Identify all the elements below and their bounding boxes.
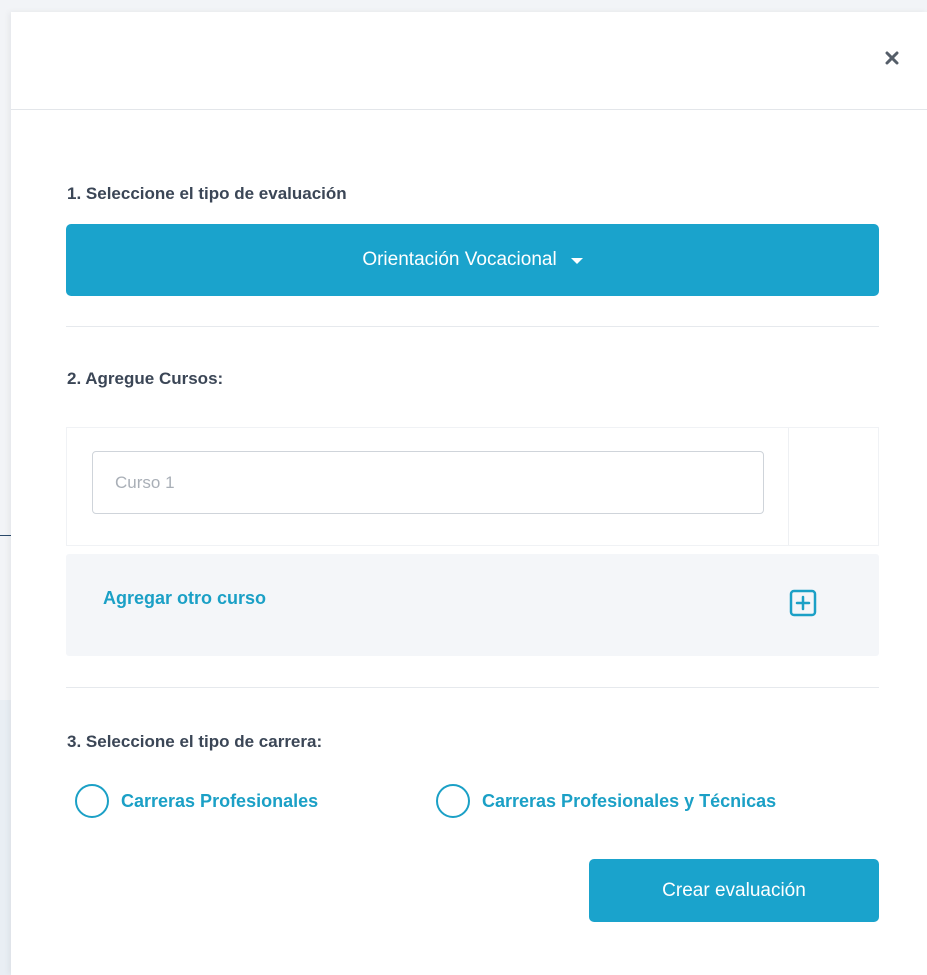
step1-label: 1. Seleccione el tipo de evaluación: [67, 184, 347, 203]
create-evaluation-label: Crear evaluación: [662, 879, 806, 901]
course-input[interactable]: [92, 451, 764, 514]
plus-square-icon: [789, 589, 817, 617]
section-divider: [66, 687, 879, 688]
close-icon: [885, 51, 899, 65]
evaluation-type-value: Orientación Vocacional: [362, 249, 557, 270]
radio-carreras-profesionales[interactable]: Carreras Profesionales: [75, 784, 318, 818]
add-course-label: Agregar otro curso: [103, 588, 267, 608]
radio-circle[interactable]: [436, 784, 470, 818]
caret-down-icon: [570, 258, 583, 264]
add-course-button[interactable]: Agregar otro curso: [66, 554, 879, 656]
course-list: [66, 427, 879, 546]
create-evaluation-button[interactable]: Crear evaluación: [589, 859, 879, 922]
course-row-separator: [788, 428, 789, 545]
modal-header: [11, 12, 927, 110]
section-divider: [66, 326, 879, 327]
radio-label: Carreras Profesionales: [121, 790, 319, 811]
radio-label: Carreras Profesionales y Técnicas: [482, 790, 777, 811]
radio-circle[interactable]: [75, 784, 109, 818]
step2-label: 2. Agregue Cursos:: [67, 369, 224, 388]
close-button[interactable]: [879, 45, 905, 71]
step3-label: 3. Seleccione el tipo de carrera:: [67, 732, 323, 751]
create-evaluation-modal: 1. Seleccione el tipo de evaluación Orie…: [11, 12, 927, 975]
radio-carreras-profesionales-tecnicas[interactable]: Carreras Profesionales y Técnicas: [436, 784, 776, 818]
evaluation-type-dropdown[interactable]: Orientación Vocacional: [66, 224, 879, 296]
